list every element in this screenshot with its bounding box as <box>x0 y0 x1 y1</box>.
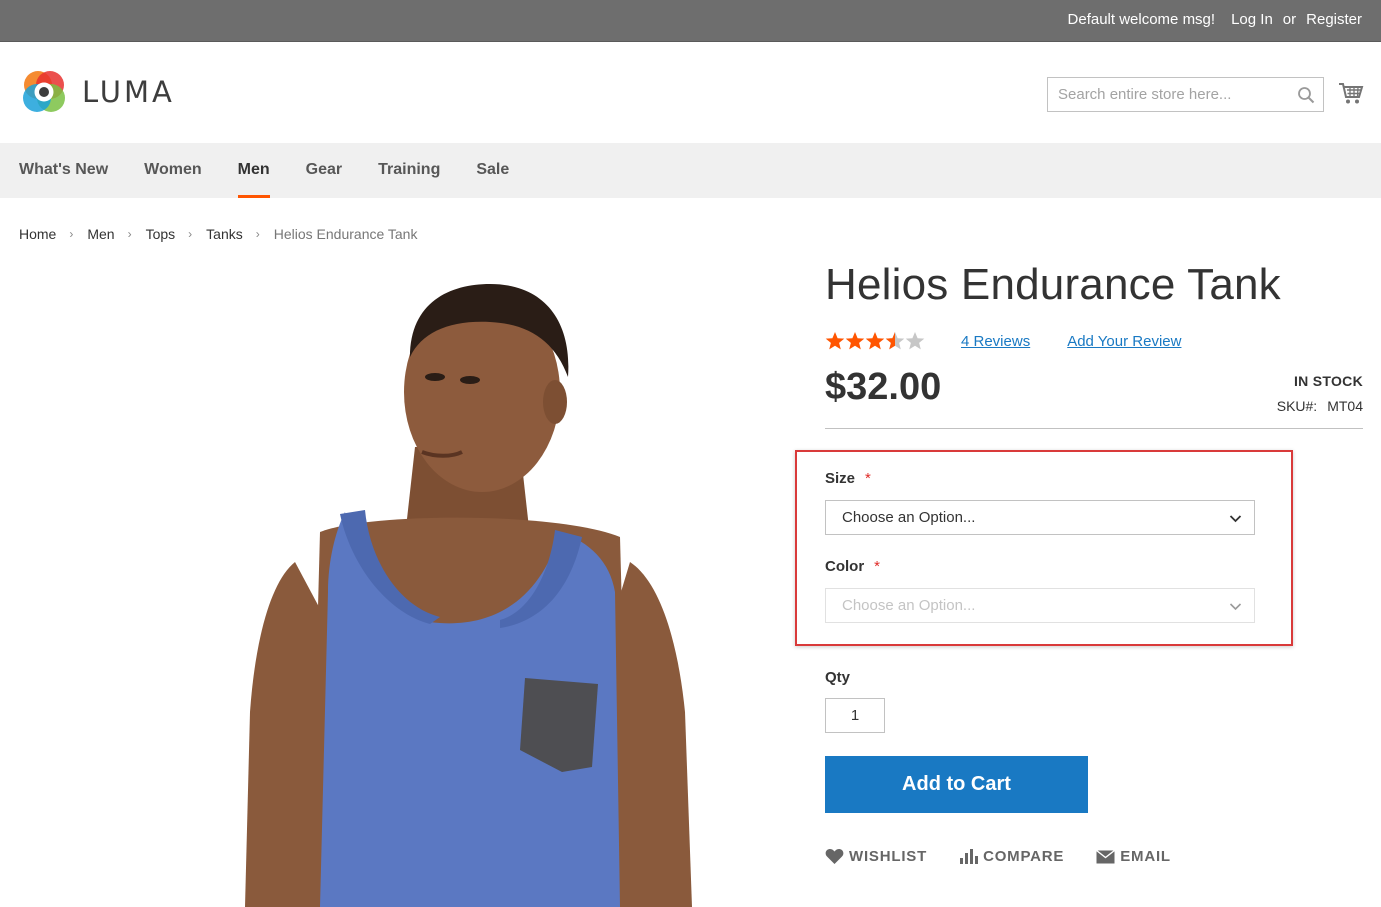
product-price: $32.00 <box>825 366 942 408</box>
compare-button[interactable]: COMPARE <box>959 848 1064 865</box>
login-link[interactable]: Log In <box>1231 11 1273 28</box>
search-input[interactable] <box>1048 78 1323 111</box>
rating-stars <box>825 331 925 351</box>
logo[interactable]: LUMA <box>20 68 175 116</box>
star-rating-icon <box>825 332 925 350</box>
header-links: Default welcome msg! Log In or Register <box>1068 11 1362 28</box>
cart-icon[interactable] <box>1338 80 1364 106</box>
qty-label: Qty <box>825 669 851 686</box>
chevron-right-icon: › <box>188 227 193 241</box>
reviews-link[interactable]: 4 Reviews <box>961 333 1030 350</box>
product-photo <box>245 284 692 907</box>
size-select[interactable]: Choose an Option... <box>825 500 1255 535</box>
email-label: EMAIL <box>1120 848 1171 865</box>
nav-item-whats-new[interactable]: What's New <box>19 143 126 198</box>
breadcrumb-home[interactable]: Home <box>19 226 56 242</box>
product-sku: SKU#: MT04 <box>1277 398 1363 414</box>
envelope-icon <box>1096 849 1116 863</box>
or-text: or <box>1282 11 1297 28</box>
product-actions: WISHLIST COMPARE EMAIL <box>825 848 1203 865</box>
breadcrumb-men[interactable]: Men <box>87 226 114 242</box>
chevron-right-icon: › <box>69 227 74 241</box>
add-to-cart-button[interactable]: Add to Cart <box>825 756 1088 813</box>
size-select-value: Choose an Option... <box>842 509 976 526</box>
register-link[interactable]: Register <box>1306 11 1362 28</box>
color-label: Color * <box>825 558 880 575</box>
chevron-down-icon <box>1229 603 1242 611</box>
product-rating: 4 Reviews Add Your Review <box>825 331 1181 351</box>
search-box[interactable] <box>1047 77 1324 112</box>
color-label-text: Color <box>825 558 865 575</box>
nav-item-sale[interactable]: Sale <box>458 143 527 198</box>
product-image[interactable] <box>200 262 760 907</box>
breadcrumb-tops[interactable]: Tops <box>146 226 176 242</box>
chevron-right-icon: › <box>127 227 132 241</box>
logo-text: LUMA <box>82 75 175 109</box>
luma-logo-icon <box>23 71 65 112</box>
chevron-right-icon: › <box>255 227 260 241</box>
sku-value: MT04 <box>1327 398 1363 414</box>
size-label: Size * <box>825 470 871 487</box>
header: LUMA <box>0 43 1381 143</box>
breadcrumb-current: Helios Endurance Tank <box>273 226 418 242</box>
stock-status: IN STOCK <box>1293 373 1363 389</box>
email-button[interactable]: EMAIL <box>1096 848 1171 865</box>
top-bar: Default welcome msg! Log In or Register <box>0 0 1381 42</box>
qty-input[interactable]: 1 <box>825 698 885 733</box>
product-title: Helios Endurance Tank <box>825 260 1281 309</box>
color-select-value: Choose an Option... <box>842 597 976 614</box>
compare-icon <box>960 849 979 864</box>
divider <box>825 428 1363 429</box>
size-label-text: Size <box>825 470 856 487</box>
chevron-down-icon <box>1229 515 1242 523</box>
nav-item-training[interactable]: Training <box>360 143 458 198</box>
sku-label: SKU#: <box>1276 398 1318 414</box>
nav-item-gear[interactable]: Gear <box>288 143 360 198</box>
heart-icon <box>825 848 844 864</box>
breadcrumb: Home › Men › Tops › Tanks › Helios Endur… <box>19 226 417 242</box>
welcome-message: Default welcome msg! <box>1067 11 1216 28</box>
compare-label: COMPARE <box>983 848 1065 865</box>
breadcrumb-tanks[interactable]: Tanks <box>206 226 243 242</box>
color-select[interactable]: Choose an Option... <box>825 588 1255 623</box>
search-icon[interactable] <box>1297 86 1315 104</box>
wishlist-label: WISHLIST <box>849 848 928 865</box>
required-marker: * <box>865 470 871 487</box>
required-marker: * <box>874 558 881 575</box>
add-review-link[interactable]: Add Your Review <box>1067 333 1181 350</box>
nav-item-women[interactable]: Women <box>126 143 219 198</box>
main-nav: What's New Women Men Gear Training Sale <box>0 143 1381 198</box>
nav-item-men[interactable]: Men <box>220 143 288 198</box>
wishlist-button[interactable]: WISHLIST <box>825 848 927 865</box>
